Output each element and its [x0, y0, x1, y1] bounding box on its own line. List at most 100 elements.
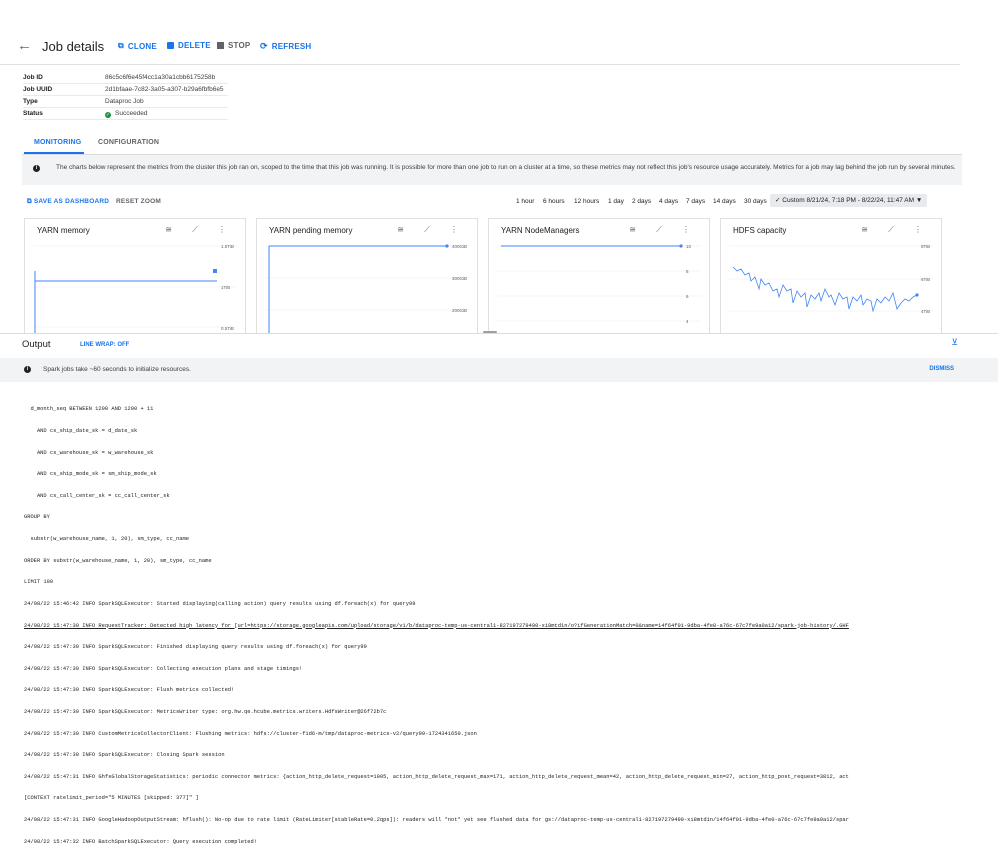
tab-monitoring[interactable]: MONITORING: [34, 139, 81, 146]
notice-text: Spark jobs take ~60 seconds to initializ…: [43, 366, 191, 373]
log-line: AND cs_ship_mode_sk = sm_ship_mode_sk: [24, 471, 157, 478]
chart-yarn-memory: 1.5TiB 1TiB 0.5TiB YARN memory ≅ ⟋ ⋮: [24, 218, 246, 335]
type-label: Type: [23, 98, 38, 105]
range-12-hours[interactable]: 12 hours: [574, 198, 599, 205]
page-title: Job details: [42, 39, 105, 54]
log-line: 24/08/22 15:47:30 INFO SparkSQLExecutor:…: [24, 708, 387, 715]
info-icon: i: [33, 165, 40, 172]
hdfs-capacity-plot: 8TiB 6TiB 4TiB: [729, 244, 933, 314]
back-arrow-icon[interactable]: ←: [17, 38, 32, 53]
banner-text: The charts below represent the metrics f…: [56, 164, 956, 171]
log-line: ORDER BY substr(w_warehouse_name, 1, 20)…: [24, 557, 212, 564]
dismiss-button[interactable]: DISMISS: [929, 366, 954, 372]
chart-hdfs-capacity: 8TiB 6TiB 4TiB HDFS capacity ≅ ⟋ ⋮: [720, 218, 942, 335]
job-uuid-row: Job UUID 2d1bfaae-7c82-3a05-a307-b29a6fb…: [23, 84, 228, 96]
chart-actions-icon[interactable]: ≅ ⟋ ⋮: [629, 225, 699, 235]
status-value: ✓ Succeeded: [105, 110, 148, 118]
active-tab-indicator: [24, 152, 84, 154]
y-tick: 8: [686, 269, 689, 274]
yarn-nodemanagers-plot: 10 8 6 4: [497, 244, 701, 324]
log-line: 24/08/22 15:46:42 INFO SparkSQLExecutor:…: [24, 600, 416, 607]
range-1-day[interactable]: 1 day: [608, 198, 624, 205]
y-tick: 200GiB: [452, 308, 467, 313]
check-circle-icon: ✓: [105, 112, 111, 118]
job-id-row: Job ID 86c5c6f6e45f4cc1a30a1cbb6175258b: [23, 72, 228, 84]
log-line: substr(w_warehouse_name, 1, 20), sm_type…: [24, 536, 189, 543]
status-row: Status ✓ Succeeded: [23, 108, 228, 120]
y-tick: 1.5TiB: [221, 244, 234, 249]
collapse-icon[interactable]: ⊻: [951, 337, 958, 348]
custom-range-dropdown[interactable]: ✓ Custom 8/21/24, 7:18 PM - 8/22/24, 11:…: [770, 194, 928, 207]
log-line: 24/08/22 15:47:30 INFO SparkSQLExecutor:…: [24, 752, 225, 759]
y-tick: 300GiB: [452, 276, 467, 281]
log-line: 24/08/22 15:47:30 INFO CustomMetricsColl…: [24, 730, 477, 737]
job-id-label: Job ID: [23, 74, 43, 81]
stop-button[interactable]: STOP: [217, 41, 250, 50]
reset-zoom-button[interactable]: RESET ZOOM: [116, 198, 161, 205]
job-id-value: 86c5c6f6e45f4cc1a30a1cbb6175258b: [105, 74, 216, 81]
log-line: 24/08/22 15:47:32 INFO BatchSparkSQLExec…: [24, 838, 257, 845]
y-tick: 8TiB: [921, 244, 930, 249]
yarn-pending-memory-plot: 400GiB 300GiB 200GiB: [265, 244, 469, 335]
chart-actions-icon[interactable]: ≅ ⟋ ⋮: [165, 225, 235, 235]
trash-icon: [167, 42, 174, 49]
log-line: 24/08/22 15:47:30 INFO SparkSQLExecutor:…: [24, 644, 367, 651]
refresh-icon: ⟳: [260, 41, 268, 51]
tab-bar: MONITORING CONFIGURATION: [22, 134, 962, 155]
chart-actions-icon[interactable]: ≅ ⟋ ⋮: [397, 225, 467, 235]
chart-title: YARN memory: [37, 226, 90, 235]
output-title: Output: [22, 339, 51, 350]
line-wrap-toggle[interactable]: LINE WRAP: OFF: [80, 342, 129, 348]
range-30-days[interactable]: 30 days: [744, 198, 767, 205]
log-line: GROUP BY: [24, 514, 50, 521]
type-row: Type Dataproc Job: [23, 96, 228, 108]
type-value: Dataproc Job: [105, 98, 144, 105]
save-as-dashboard-button[interactable]: ⧉ SAVE AS DASHBOARD: [27, 198, 109, 206]
range-14-days[interactable]: 14 days: [713, 198, 736, 205]
chart-title: YARN NodeManagers: [501, 226, 580, 235]
y-tick: 0.5TiB: [221, 326, 234, 331]
tab-configuration[interactable]: CONFIGURATION: [98, 139, 159, 146]
output-log: d_month_seq BETWEEN 1200 AND 1200 + 11 A…: [24, 392, 984, 853]
job-uuid-value: 2d1bfaae-7c82-3a05-a307-b29a6fbfb6e5: [105, 86, 224, 93]
copy-icon: ⧉: [27, 198, 32, 205]
job-uuid-label: Job UUID: [23, 86, 53, 93]
range-4-days[interactable]: 4 days: [659, 198, 678, 205]
y-tick: 1TiB: [221, 285, 230, 290]
chart-yarn-pending-memory: 400GiB 300GiB 200GiB YARN pending memory…: [256, 218, 478, 335]
range-2-days[interactable]: 2 days: [632, 198, 651, 205]
log-line: 24/08/22 15:47:31 INFO GoogleHadoopOutpu…: [24, 816, 849, 823]
y-tick: 6: [686, 294, 689, 299]
y-tick: 4TiB: [921, 309, 930, 314]
metrics-info-banner: i The charts below represent the metrics…: [22, 155, 962, 185]
chart-title: YARN pending memory: [269, 226, 353, 235]
stop-icon: [217, 42, 224, 49]
clone-button[interactable]: ⧉ CLONE: [118, 41, 157, 51]
log-line: AND cs_call_center_sk = cc_call_center_s…: [24, 492, 170, 499]
y-tick: 400GiB: [452, 244, 467, 249]
yarn-memory-plot: 1.5TiB 1TiB 0.5TiB: [33, 244, 237, 335]
chart-title: HDFS capacity: [733, 226, 787, 235]
divider: [0, 64, 960, 65]
log-line: 24/08/22 15:47:31 INFO GhfsGlobalStorage…: [24, 773, 849, 780]
delete-button[interactable]: DELETE: [167, 41, 211, 50]
log-line: 24/08/22 15:47:30 INFO SparkSQLExecutor:…: [24, 665, 303, 672]
log-line: 24/08/22 15:47:30 INFO RequestTracker: D…: [24, 622, 849, 629]
refresh-button[interactable]: ⟳ REFRESH: [260, 41, 311, 52]
log-line: AND cs_warehouse_sk = w_warehouse_sk: [24, 449, 154, 456]
range-6-hours[interactable]: 6 hours: [543, 198, 565, 205]
log-line: [CONTEXT ratelimit_period="5 MINUTES [sk…: [24, 795, 199, 802]
y-tick: 6TiB: [921, 277, 930, 282]
info-icon: i: [24, 366, 31, 373]
log-line: LIMIT 100: [24, 579, 54, 586]
chart-yarn-nodemanagers: 10 8 6 4 YARN NodeManagers ≅ ⟋ ⋮: [488, 218, 710, 335]
log-line: 24/08/22 15:47:30 INFO SparkSQLExecutor:…: [24, 687, 235, 694]
y-tick: 10: [686, 244, 692, 249]
range-7-days[interactable]: 7 days: [686, 198, 705, 205]
log-line: AND cs_ship_date_sk = d_date_sk: [24, 428, 138, 435]
chart-actions-icon[interactable]: ≅ ⟋ ⋮: [861, 225, 931, 235]
range-1-hour[interactable]: 1 hour: [516, 198, 534, 205]
copy-icon: ⧉: [118, 41, 124, 50]
log-line: d_month_seq BETWEEN 1200 AND 1200 + 11: [24, 406, 154, 413]
y-tick: 4: [686, 319, 689, 324]
